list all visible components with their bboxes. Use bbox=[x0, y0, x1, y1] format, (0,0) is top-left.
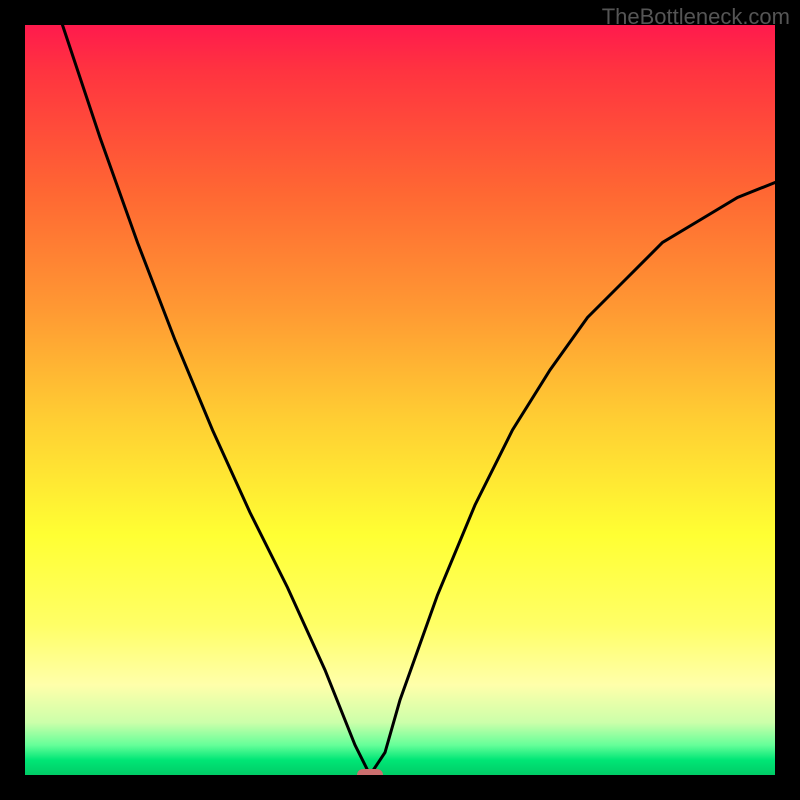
curve-svg bbox=[25, 25, 775, 775]
watermark-text: TheBottleneck.com bbox=[602, 4, 790, 30]
bottleneck-curve-path bbox=[25, 25, 775, 775]
plot-area bbox=[25, 25, 775, 775]
minimum-marker bbox=[357, 769, 383, 775]
